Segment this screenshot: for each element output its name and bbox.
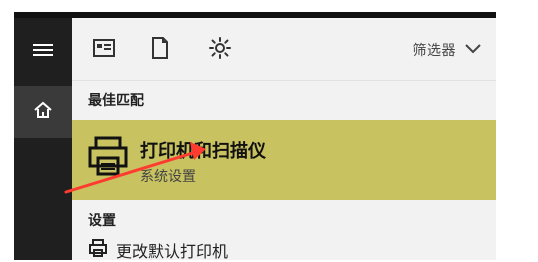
settings-filter-button[interactable] — [208, 37, 232, 63]
documents-filter-button[interactable] — [148, 37, 172, 63]
file-icon — [151, 37, 169, 63]
chevron-down-icon — [464, 42, 482, 58]
best-match-heading: 最佳匹配 — [88, 93, 144, 109]
filter-dropdown[interactable]: 筛选器 — [413, 38, 483, 62]
printer-icon — [86, 136, 130, 176]
left-margin — [0, 0, 14, 260]
best-match-result[interactable]: 打印机和扫描仪 系统设置 — [72, 120, 496, 200]
home-button[interactable] — [14, 86, 72, 138]
nav-rail — [14, 18, 72, 260]
result-subtitle: 系统设置 — [140, 169, 196, 185]
gear-icon — [209, 37, 231, 63]
toolbar: 筛选器 — [72, 18, 496, 81]
settings-result-label: 更改默认打印机 — [116, 242, 229, 261]
settings-result-item[interactable]: 更改默认打印机 — [88, 238, 228, 262]
apps-filter-button[interactable] — [92, 38, 116, 62]
search-panel: 筛选器 最佳匹配 打印机和扫描仪 系统设置 设置 更改默认打印机 — [72, 18, 496, 262]
filter-label: 筛选器 — [412, 43, 456, 59]
printer-small-icon — [88, 238, 108, 262]
document-icon — [93, 39, 115, 61]
result-title: 打印机和扫描仪 — [140, 141, 266, 162]
menu-button[interactable] — [14, 22, 72, 82]
settings-heading: 设置 — [88, 213, 116, 229]
home-icon — [33, 100, 53, 124]
right-margin — [496, 0, 538, 260]
menu-icon — [33, 42, 53, 62]
